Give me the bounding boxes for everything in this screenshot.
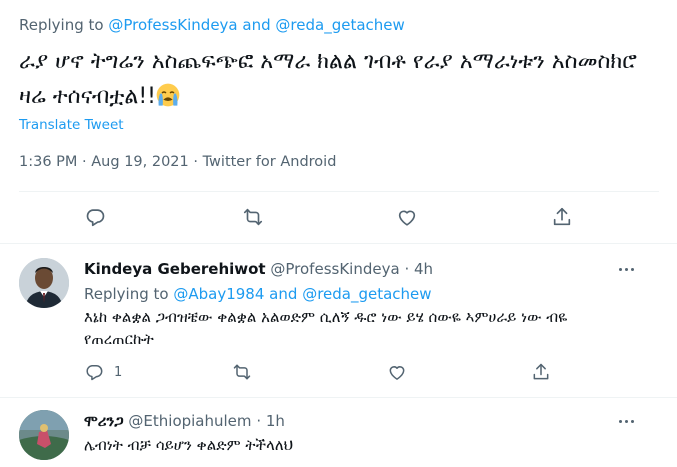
like-button[interactable] <box>387 362 407 382</box>
tweet-text: ራያ ሆኖ ትግሬን አስጨፍጭፎ አማራ ክልል ገብቶ የራያ አማራነቱን… <box>19 44 659 114</box>
user-handle[interactable]: @Ethiopiahulem <box>128 412 251 430</box>
avatar[interactable] <box>19 410 69 460</box>
mention-conjunction[interactable]: and <box>269 285 297 303</box>
retweet-icon <box>233 364 251 380</box>
divider <box>0 397 677 398</box>
tweet-source[interactable]: Twitter for Android <box>203 154 337 170</box>
user-handle[interactable]: @ProfessKindeya <box>270 260 399 278</box>
reply-header: Kindeya Geberehiwot @ProfessKindeya · 4h <box>84 260 433 278</box>
meta-separator: · <box>193 154 198 170</box>
replying-prefix: Replying to <box>84 285 169 303</box>
divider <box>19 191 659 192</box>
display-name[interactable]: ሞሪንጋ <box>84 412 124 430</box>
avatar[interactable] <box>19 258 69 308</box>
share-icon <box>533 363 549 380</box>
avatar-image <box>19 258 69 308</box>
avatar-image <box>19 410 69 460</box>
like-icon <box>389 366 405 380</box>
mention-link[interactable]: @Abay1984 <box>173 285 264 303</box>
reply-button[interactable]: 1 <box>84 362 122 382</box>
share-button[interactable] <box>531 362 551 382</box>
divider <box>0 243 677 244</box>
reply-text: ሌብነት ብቻ ሳይሆን ቀልድም ትችላለህ <box>84 436 294 454</box>
display-name[interactable]: Kindeya Geberehiwot <box>84 260 266 278</box>
like-button[interactable] <box>396 206 418 228</box>
reply-header: ሞሪንጋ @Ethiopiahulem · 1h <box>84 412 285 430</box>
reply-icon <box>86 209 105 227</box>
tweet-text-content: ራያ ሆኖ ትግሬን አስጨፍጭፎ አማራ ክልል ገብቶ የራያ አማራነቱን… <box>19 49 637 109</box>
header-separator: · <box>404 260 410 278</box>
mention-link[interactable]: @ProfessKindeya <box>108 16 237 34</box>
reply-icon <box>86 364 103 381</box>
reply-button[interactable] <box>84 206 106 228</box>
tweet-date[interactable]: Aug 19, 2021 <box>91 154 189 170</box>
reply-time[interactable]: 1h <box>266 412 285 430</box>
translate-tweet-link[interactable]: Translate Tweet <box>19 117 124 133</box>
replying-to-line: Replying to @ProfessKindeya and @reda_ge… <box>19 16 405 34</box>
retweet-button[interactable] <box>242 206 264 228</box>
mention-conjunction[interactable]: and <box>242 16 270 34</box>
more-icon[interactable] <box>616 259 636 279</box>
retweet-icon <box>243 208 263 226</box>
more-icon[interactable] <box>616 411 636 431</box>
mention-link[interactable]: @reda_getachew <box>302 285 431 303</box>
meta-separator: · <box>82 154 87 170</box>
like-icon <box>398 210 416 226</box>
reply-text: እኔከ ቀልቋል ጋብዝቼው ቀልቋል አልወድም ሲለኝ ዱሮ ነው ይሄ ሰ… <box>84 308 568 348</box>
tweet-time[interactable]: 1:36 PM <box>19 154 77 170</box>
reply-time[interactable]: 4h <box>414 260 433 278</box>
retweet-button[interactable] <box>232 362 252 382</box>
loudly-crying-face-emoji-icon <box>156 83 180 107</box>
replying-to-line: Replying to @Abay1984 and @reda_getachew <box>84 285 432 303</box>
reply-count: 1 <box>114 364 123 380</box>
replying-prefix: Replying to <box>19 16 104 34</box>
mention-link[interactable]: @reda_getachew <box>275 16 404 34</box>
share-icon <box>553 207 571 226</box>
tweet-meta: 1:36 PM · Aug 19, 2021 · Twitter for And… <box>19 154 336 170</box>
header-separator: · <box>256 412 262 430</box>
share-button[interactable] <box>551 206 573 228</box>
